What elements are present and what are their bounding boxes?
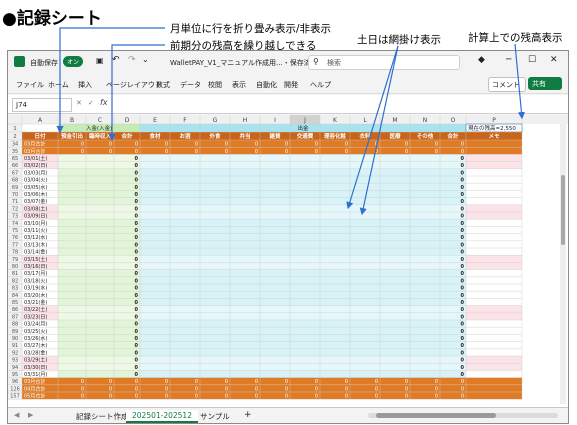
arrow-weekend-2 — [359, 45, 399, 216]
annotation-arrows — [56, 27, 526, 216]
arrow-carryover — [108, 44, 165, 142]
arrow-weekend-1 — [346, 45, 399, 210]
arrow-balance — [514, 43, 526, 120]
